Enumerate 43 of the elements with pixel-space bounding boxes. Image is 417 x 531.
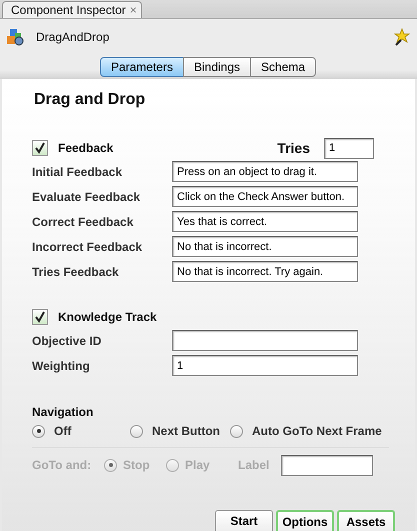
tab[interactable]: Start xyxy=(215,510,273,531)
checkbox[interactable] xyxy=(32,140,48,156)
row-label: GoTo and: xyxy=(32,458,92,472)
tab[interactable]: Parameters xyxy=(100,57,184,77)
field-label: Tries xyxy=(277,140,310,156)
input-field[interactable]: 1 xyxy=(324,138,374,158)
input-field[interactable]: No that is incorrect. xyxy=(172,236,358,257)
field-label: Label xyxy=(238,458,270,472)
radio-label: Auto GoTo Next Frame xyxy=(252,424,382,438)
radio-label: Stop xyxy=(123,458,150,472)
radio-button[interactable] xyxy=(230,424,243,438)
input-field[interactable]: 1 xyxy=(172,355,358,376)
tab[interactable]: Options xyxy=(276,510,334,531)
radio-label: Play xyxy=(185,458,210,472)
radio-label: Next Button xyxy=(152,424,220,438)
field-label: Incorrect Feedback xyxy=(32,240,144,254)
checkbox-label: Feedback xyxy=(58,141,114,155)
field-label: Objective ID xyxy=(32,334,102,348)
checkbox[interactable] xyxy=(32,309,48,325)
cubes-icon xyxy=(6,28,24,46)
radio-label: Off xyxy=(54,424,72,438)
section-heading: Drag and Drop xyxy=(34,91,146,109)
field-label: Tries Feedback xyxy=(32,264,120,278)
checkbox-label: Knowledge Track xyxy=(58,310,157,324)
star-wand-icon[interactable] xyxy=(393,28,411,46)
input-field[interactable]: Yes that is correct. xyxy=(172,211,358,232)
input-field[interactable]: Click on the Check Answer button. xyxy=(172,186,358,207)
field-label: Initial Feedback xyxy=(32,164,124,178)
section-label: Navigation xyxy=(32,405,94,419)
tab[interactable]: Schema xyxy=(250,57,316,77)
field-label: Correct Feedback xyxy=(32,214,134,228)
input-field[interactable]: No that is incorrect. Try again. xyxy=(172,261,358,282)
input-field[interactable] xyxy=(172,330,358,351)
tab[interactable]: Assets xyxy=(337,510,395,531)
field-label: Evaluate Feedback xyxy=(32,190,142,204)
input-field[interactable]: Press on an object to drag it. xyxy=(172,161,358,182)
radio-button[interactable] xyxy=(32,424,45,438)
component-name: DragAndDrop xyxy=(36,30,110,44)
close-icon[interactable]: × xyxy=(130,3,137,17)
tab[interactable]: Bindings xyxy=(182,57,252,77)
panel-tab-title[interactable]: Component Inspector xyxy=(11,3,126,17)
radio-button[interactable] xyxy=(130,424,143,438)
field-label: Weighting xyxy=(32,358,91,372)
